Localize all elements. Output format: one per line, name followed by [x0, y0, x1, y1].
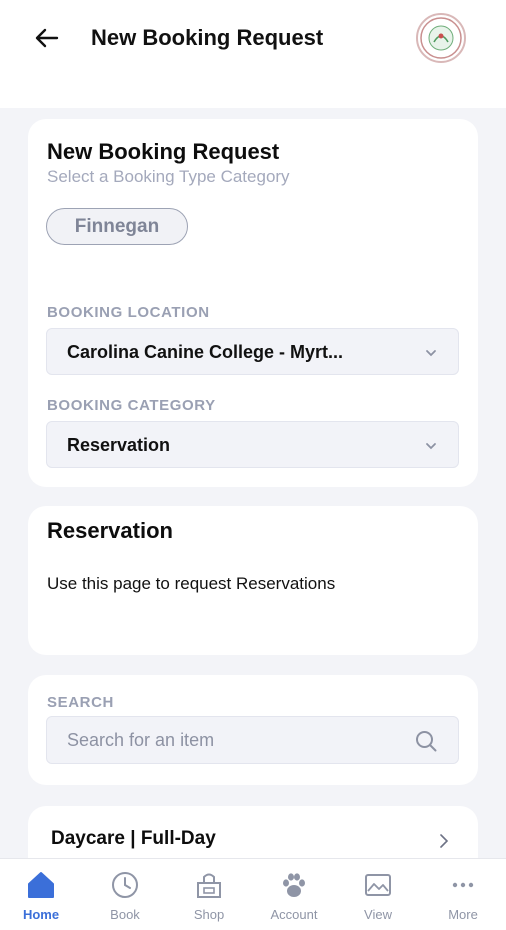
tab-home-label: Home: [22, 907, 60, 922]
booking-location-value: Carolina Canine College - Myrt...: [67, 342, 344, 362]
pet-chip[interactable]: Finnegan: [46, 208, 188, 245]
tab-home[interactable]: Home: [1, 865, 81, 925]
booking-card-title: New Booking Request: [47, 139, 280, 164]
paw-icon: [283, 873, 305, 897]
booking-location-select[interactable]: Carolina Canine College - Myrt...: [46, 328, 459, 375]
shop-icon: [197, 873, 221, 898]
chevron-right-icon: [440, 834, 449, 848]
more-icon: [452, 882, 474, 888]
tab-shop[interactable]: Shop: [169, 865, 249, 925]
booking-type-card: New Booking Request Select a Booking Typ…: [28, 119, 478, 487]
tab-shop-label: Shop: [193, 907, 225, 922]
booking-category-select[interactable]: Reservation: [46, 421, 459, 468]
back-button[interactable]: [30, 22, 64, 54]
search-icon[interactable]: [414, 729, 438, 753]
chevron-down-icon: [426, 350, 436, 357]
booking-card-subtitle: Select a Booking Type Category: [47, 167, 290, 186]
app-header: New Booking Request: [0, 0, 506, 108]
tab-book-label: Book: [110, 907, 140, 922]
clock-icon: [112, 872, 138, 898]
tab-account[interactable]: Account: [254, 865, 334, 925]
booking-category-label: BOOKING CATEGORY: [47, 397, 216, 414]
image-icon: [365, 874, 391, 896]
tab-book[interactable]: Book: [85, 865, 165, 925]
page-title: New Booking Request: [91, 25, 324, 50]
logo-icon: [420, 17, 462, 59]
tab-view-label: View: [364, 907, 392, 922]
tab-more[interactable]: More: [423, 865, 503, 925]
search-input[interactable]: [47, 717, 407, 763]
search-card: SEARCH: [28, 675, 478, 785]
tab-account-label: Account: [270, 907, 318, 922]
home-icon: [28, 872, 54, 898]
chevron-down-icon: [426, 443, 436, 450]
search-box: [46, 716, 459, 764]
tab-more-label: More: [448, 907, 478, 922]
tab-view[interactable]: View: [338, 865, 418, 925]
bottom-tab-bar: Home Book Shop Account View More: [0, 858, 506, 930]
reservation-card: Reservation Use this page to request Res…: [28, 506, 478, 655]
booking-category-value: Reservation: [67, 435, 171, 455]
reservation-description: Use this page to request Reservations: [47, 574, 336, 593]
search-label: SEARCH: [47, 694, 114, 711]
list-item-label: Daycare | Full-Day: [51, 828, 216, 849]
arrow-left-icon: [35, 28, 59, 48]
business-logo[interactable]: [416, 13, 466, 63]
booking-location-label: BOOKING LOCATION: [47, 304, 210, 321]
reservation-title: Reservation: [47, 518, 173, 543]
list-item[interactable]: Daycare | Full-Day: [28, 806, 478, 866]
